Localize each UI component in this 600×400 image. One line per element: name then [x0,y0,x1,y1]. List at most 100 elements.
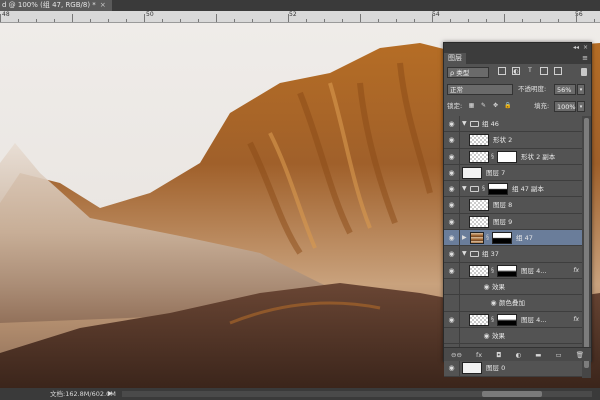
new-group-icon[interactable]: ▬ [535,351,541,359]
ruler-tick [36,19,37,22]
fill-dropdown-icon[interactable]: ▾ [577,101,585,112]
ruler-tick [414,19,415,22]
visibility-eye-icon[interactable]: ◉ [447,120,456,128]
filter-icons: ◐ T [498,67,562,78]
fill-input[interactable]: 100% [554,101,576,112]
ruler-tick [324,19,325,22]
visibility-eye-icon[interactable]: ◉ [447,234,456,242]
layer-mask-thumbnail[interactable] [497,313,517,326]
visibility-eye-icon[interactable]: ◉ [447,201,456,209]
visibility-eye-icon[interactable]: ◉ [482,283,491,291]
visibility-eye-icon[interactable]: ◉ [447,169,456,177]
panel-header[interactable]: ◂◂ × [444,43,591,53]
visibility-eye-icon[interactable]: ◉ [447,250,456,258]
layer-row[interactable]: ◉ ▼ 组 46 [444,116,582,133]
lock-transparent-icon[interactable]: ▦ [468,102,475,109]
layer-row[interactable]: ◉ 效果 [444,327,582,345]
ruler-tick [594,19,595,22]
ruler-tick [486,19,487,22]
ruler-tick [450,19,451,22]
mask-link-icon[interactable]: § [491,267,495,275]
panel-menu-icon[interactable]: ≡ [582,53,588,64]
lock-paint-icon[interactable]: ✎ [480,102,487,109]
layer-row[interactable]: ◉ ▶ § 组 47 [444,230,582,247]
layer-thumbnail [469,215,489,228]
image-filter-icon[interactable] [498,67,506,75]
mask-link-icon[interactable]: § [491,316,495,324]
fx-icon[interactable]: fx [476,351,482,359]
filter-toggle[interactable] [581,68,587,76]
blend-mode-select[interactable]: 正常 [447,84,513,95]
smart-object-filter-icon[interactable] [554,67,562,75]
close-tab-icon[interactable]: × [100,1,106,9]
expand-arrow-icon[interactable]: ▼ [462,246,467,262]
layer-mask-thumbnail[interactable] [492,232,512,245]
layer-row[interactable]: ◉颜色叠加 [444,295,582,312]
layer-row[interactable]: ◉ ▼ 组 37 [444,246,582,263]
tab-layers[interactable]: 图层 [444,53,466,64]
layer-mask-thumbnail[interactable] [497,150,517,163]
trash-icon[interactable]: 🗑 [576,351,584,359]
fx-icon[interactable]: fx [573,263,579,279]
ruler-tick [198,19,199,22]
layer-name: 效果 [492,331,505,340]
visibility-eye-icon[interactable]: ◉ [489,299,498,307]
horizontal-scrollbar[interactable] [122,391,592,397]
mask-link-icon[interactable]: § [486,234,490,242]
layers-list: ◉ ▼ 组 46 ◉ 形状 2 ◉ § 形状 2 副本 ◉ 图层 7 ◉ ▼ § 组 47 副本 ◉ 图层 8… [444,116,582,378]
horizontal-scroll-thumb[interactable] [482,391,542,397]
expand-arrow-icon[interactable]: ▼ [462,181,467,197]
adjustment-filter-icon[interactable]: ◐ [512,67,520,75]
layer-row[interactable]: ◉ 图层 8 [444,197,582,214]
layer-row[interactable]: ◉ 效果 [444,278,582,296]
filter-type-select[interactable]: ρ 类型 [447,67,489,78]
visibility-eye-icon[interactable]: ◉ [447,267,456,275]
status-menu-arrow-icon[interactable]: ▶ [108,388,113,400]
layer-row[interactable]: ◉ § 图层 4... fx [444,262,582,279]
layer-row[interactable]: ◉ 图层 7 [444,164,582,182]
visibility-eye-icon[interactable]: ◉ [447,218,456,226]
layer-row[interactable]: ◉ ▼ § 组 47 副本 [444,181,582,198]
lock-all-icon[interactable]: 🔒 [504,102,511,109]
lock-row: 锁定: ▦ ✎ ✥ 🔒 填充: 100% ▾ [444,98,591,115]
ruler-tick [432,14,433,22]
layer-row[interactable]: ◉ 形状 2 [444,132,582,149]
layer-thumbnail [469,199,489,212]
opacity-input[interactable]: 56% [554,84,576,95]
ruler-tick [144,14,145,22]
expand-arrow-icon[interactable]: ▼ [462,116,467,132]
visibility-eye-icon[interactable]: ◉ [447,136,456,144]
layer-mask-thumbnail[interactable] [497,264,517,277]
ruler-tick [576,14,577,22]
link-icon[interactable]: ⊖⊖ [451,351,462,359]
visibility-eye-icon[interactable]: ◉ [447,153,456,161]
visibility-eye-icon[interactable]: ◉ [482,332,491,340]
fx-icon[interactable]: fx [573,312,579,328]
opacity-dropdown-icon[interactable]: ▾ [577,84,585,95]
layers-scrollbar[interactable] [582,116,591,378]
mask-icon[interactable]: ◘ [496,351,501,359]
visibility-eye-icon[interactable]: ◉ [447,316,456,324]
text-filter-icon[interactable]: T [526,67,534,75]
lock-position-icon[interactable]: ✥ [492,102,499,109]
eye-column-divider [459,213,460,230]
mask-link-icon[interactable]: § [491,153,495,161]
shape-filter-icon[interactable] [540,67,548,75]
collapse-panel-icon[interactable]: ◂◂ [573,43,579,53]
layer-row[interactable]: ◉ § 形状 2 副本 [444,148,582,165]
mask-link-icon[interactable]: § [482,185,486,193]
layer-row[interactable]: ◉ § 图层 4... fx [444,311,582,328]
layer-mask-thumbnail[interactable] [488,183,508,196]
adjustment-icon[interactable]: ◐ [515,351,521,359]
ruler-number: 50 [146,11,154,18]
new-layer-icon[interactable]: ▭ [555,351,561,359]
layers-scroll-thumb[interactable] [584,118,589,368]
layer-row[interactable]: ◉ 图层 0 [444,360,582,377]
close-panel-icon[interactable]: × [583,43,588,53]
visibility-eye-icon[interactable]: ◉ [447,185,456,193]
collapse-arrow-icon[interactable]: ▶ [462,230,467,246]
document-tab[interactable]: d @ 100% (组 47, RGB/8) * × [0,0,112,11]
layer-row[interactable]: ◉ 图层 9 [444,213,582,231]
visibility-eye-icon[interactable]: ◉ [447,364,456,372]
document-tab-bar: d @ 100% (组 47, RGB/8) * × [0,0,600,11]
